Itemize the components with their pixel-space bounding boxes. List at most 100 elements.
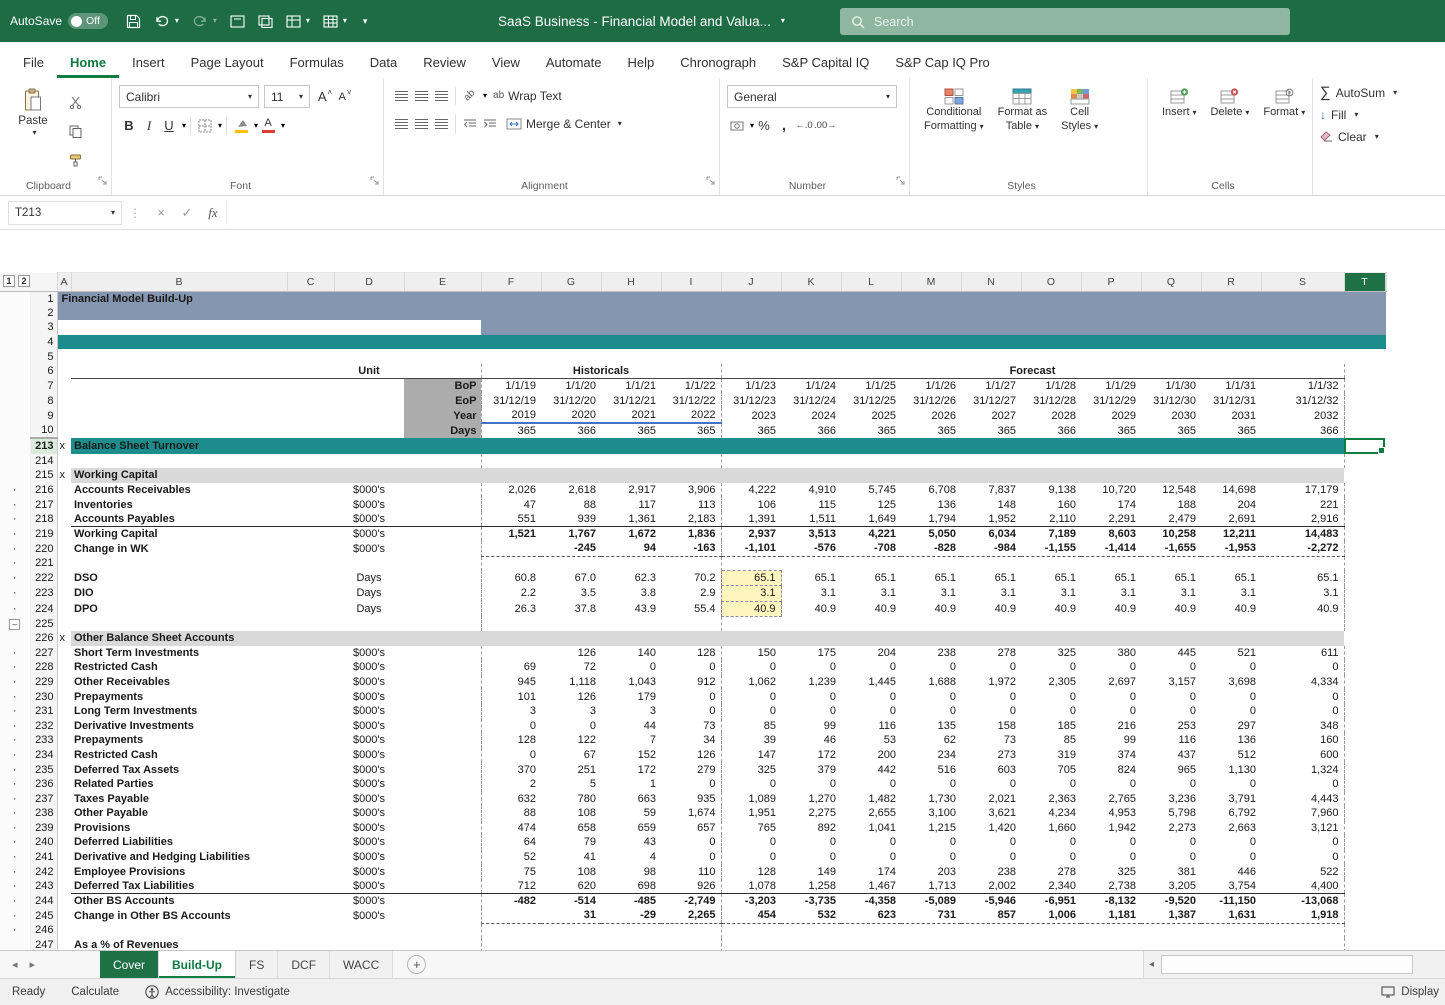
value-cell[interactable]: 325	[721, 762, 781, 777]
value-cell[interactable]: 1,674	[661, 806, 721, 821]
value-cell[interactable]: 0	[901, 777, 961, 792]
cell[interactable]	[287, 527, 334, 542]
value-cell[interactable]: 2,765	[1081, 792, 1141, 807]
value-cell[interactable]: -828	[901, 541, 961, 556]
row-header-230[interactable]: 230	[30, 689, 57, 704]
value-cell[interactable]: 185	[1021, 719, 1081, 734]
value-cell[interactable]: 3.5	[541, 586, 601, 601]
unit-cell[interactable]: $000's	[334, 660, 404, 675]
column-header-B[interactable]: B	[71, 273, 287, 292]
value-cell[interactable]: 0	[1081, 689, 1141, 704]
value-cell[interactable]: 65.1	[841, 571, 901, 586]
value-cell[interactable]: 926	[661, 879, 721, 894]
value-cell[interactable]: 1,631	[1201, 908, 1261, 923]
value-cell[interactable]: 65.1	[1261, 571, 1344, 586]
value-cell[interactable]: 0	[901, 850, 961, 865]
value-cell[interactable]: 0	[841, 689, 901, 704]
unit-cell[interactable]: $000's	[334, 527, 404, 542]
cell[interactable]	[404, 527, 481, 542]
row-header-227[interactable]: 227	[30, 646, 57, 661]
row-label[interactable]: Deferred Tax Liabilities	[71, 879, 287, 894]
unit-cell[interactable]: $000's	[334, 689, 404, 704]
value-cell[interactable]: 374	[1081, 748, 1141, 763]
unit-cell[interactable]: $000's	[334, 879, 404, 894]
value-cell[interactable]: 2,916	[1261, 512, 1344, 527]
period-cell[interactable]: 1/1/27	[961, 379, 1021, 394]
cell[interactable]	[287, 541, 334, 556]
cell[interactable]	[481, 923, 721, 938]
cell[interactable]	[287, 660, 334, 675]
value-cell[interactable]: 474	[481, 821, 541, 836]
section-flag[interactable]	[57, 601, 71, 616]
value-cell[interactable]: 319	[1021, 748, 1081, 763]
value-cell[interactable]: 780	[541, 792, 601, 807]
value-cell[interactable]	[841, 938, 901, 950]
value-cell[interactable]: 55.4	[661, 601, 721, 616]
band[interactable]	[57, 306, 1386, 321]
section-flag[interactable]	[57, 850, 71, 865]
value-cell[interactable]: 532	[781, 908, 841, 923]
value-cell[interactable]: 116	[1141, 733, 1201, 748]
column-header-N[interactable]: N	[961, 273, 1021, 292]
row-header-232[interactable]: 232	[30, 719, 57, 734]
value-cell[interactable]: 94	[601, 541, 661, 556]
row-header-1[interactable]: 1	[30, 291, 57, 306]
value-cell[interactable]: 522	[1261, 864, 1344, 879]
cell[interactable]	[1385, 631, 1386, 646]
row-header-6[interactable]: 6	[30, 364, 57, 379]
cell[interactable]	[287, 894, 334, 909]
value-cell[interactable]: 3	[481, 704, 541, 719]
period-cell[interactable]: 2032	[1261, 408, 1344, 423]
row-label[interactable]: Accounts Payables	[71, 512, 287, 527]
value-cell[interactable]: 150	[721, 646, 781, 661]
value-cell[interactable]: 65.1	[1021, 571, 1081, 586]
section-flag[interactable]	[57, 777, 71, 792]
cell[interactable]	[1344, 675, 1386, 690]
period-cell[interactable]: 2028	[1021, 408, 1081, 423]
value-cell[interactable]: 4,953	[1081, 806, 1141, 821]
value-cell[interactable]: 160	[1021, 497, 1081, 512]
value-cell[interactable]: -163	[661, 541, 721, 556]
unit-cell[interactable]: $000's	[334, 541, 404, 556]
subsection-band[interactable]: Other Balance Sheet Accounts	[71, 631, 1344, 646]
cell[interactable]	[1344, 660, 1386, 675]
value-cell[interactable]: 2,618	[541, 483, 601, 498]
value-cell[interactable]: 5	[541, 777, 601, 792]
band[interactable]	[481, 320, 1386, 335]
cell[interactable]	[404, 894, 481, 909]
section-flag[interactable]	[57, 938, 71, 950]
cell[interactable]	[404, 748, 481, 763]
unit-cell[interactable]: $000's	[334, 908, 404, 923]
cell[interactable]	[404, 733, 481, 748]
ribbon-tab-insert[interactable]: Insert	[119, 46, 178, 78]
value-cell[interactable]: 53	[841, 733, 901, 748]
value-cell[interactable]: 603	[961, 762, 1021, 777]
value-cell[interactable]: 44	[601, 719, 661, 734]
unit-cell[interactable]: Days	[334, 571, 404, 586]
period-cell[interactable]: 365	[721, 423, 781, 438]
cell[interactable]	[287, 571, 334, 586]
cell[interactable]	[287, 601, 334, 616]
row-header-215[interactable]: 215	[30, 468, 57, 483]
value-cell[interactable]: -1,953	[1201, 541, 1261, 556]
period-cell[interactable]: 2030	[1141, 408, 1201, 423]
cell[interactable]	[57, 320, 481, 335]
value-cell[interactable]: 3,906	[661, 483, 721, 498]
cell[interactable]	[721, 556, 1344, 571]
cell[interactable]	[404, 364, 481, 379]
cell[interactable]	[404, 646, 481, 661]
cell[interactable]	[287, 835, 334, 850]
decrease-decimal-icon[interactable]: .00→	[814, 115, 837, 136]
cell[interactable]	[404, 850, 481, 865]
value-cell[interactable]: 40.9	[961, 601, 1021, 616]
value-cell[interactable]: 99	[1081, 733, 1141, 748]
value-cell[interactable]: 4,234	[1021, 806, 1081, 821]
cell[interactable]	[404, 938, 481, 950]
row-label[interactable]: Prepayments	[71, 733, 287, 748]
status-calculate[interactable]: Calculate	[71, 986, 119, 998]
sheet-tab-wacc[interactable]: WACC	[330, 951, 393, 978]
row-header-218[interactable]: 218	[30, 512, 57, 527]
value-cell[interactable]: 0	[1201, 835, 1261, 850]
section-flag[interactable]	[57, 541, 71, 556]
period-cell[interactable]: 1/1/28	[1021, 379, 1081, 394]
